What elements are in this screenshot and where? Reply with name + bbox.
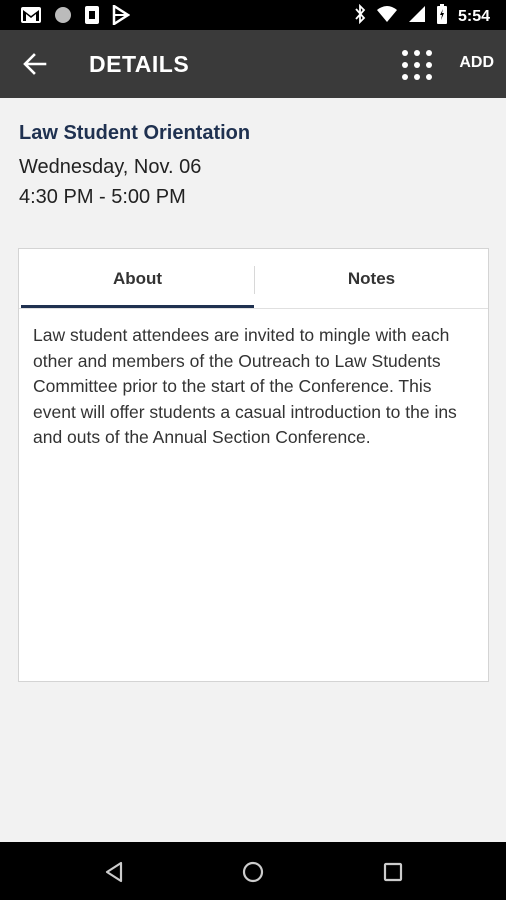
sim-icon xyxy=(84,5,100,30)
event-date: Wednesday, Nov. 06 xyxy=(19,156,202,178)
gmail-icon xyxy=(20,6,42,29)
bluetooth-icon xyxy=(354,3,366,29)
signal-icon xyxy=(408,5,426,28)
triangle-back-icon xyxy=(105,861,123,883)
notification-icons xyxy=(20,3,131,30)
tab-notes[interactable]: Notes xyxy=(255,249,488,309)
about-description: Law student attendees are invited to min… xyxy=(33,325,457,447)
nav-home-button[interactable] xyxy=(239,858,267,886)
square-recents-icon xyxy=(383,862,403,882)
details-card: About Notes Law student attendees are in… xyxy=(18,248,489,682)
active-tab-indicator xyxy=(21,305,254,308)
circle-icon xyxy=(54,6,72,29)
navigation-bar xyxy=(0,842,506,900)
page-title: DETAILS xyxy=(89,51,190,77)
nav-recents-button[interactable] xyxy=(379,858,407,886)
event-time: 4:30 PM - 5:00 PM xyxy=(19,186,186,208)
circle-home-icon xyxy=(242,861,264,883)
arrow-left-icon xyxy=(23,53,47,75)
add-button[interactable]: ADD xyxy=(459,54,494,72)
app-bar: DETAILS ADD xyxy=(0,30,506,98)
tab-bar: About Notes xyxy=(19,249,488,309)
event-title: Law Student Orientation xyxy=(19,122,251,144)
tab-about[interactable]: About xyxy=(21,249,254,309)
status-time: 5:54 xyxy=(457,7,490,25)
grid-menu-button[interactable] xyxy=(400,48,434,82)
nav-back-button[interactable] xyxy=(100,858,128,886)
system-icons: 5:54 xyxy=(354,3,490,29)
play-store-icon xyxy=(112,3,131,30)
status-bar: 5:54 xyxy=(0,0,506,30)
battery-icon xyxy=(436,4,448,29)
wifi-icon xyxy=(376,5,398,28)
back-button[interactable] xyxy=(20,50,50,78)
